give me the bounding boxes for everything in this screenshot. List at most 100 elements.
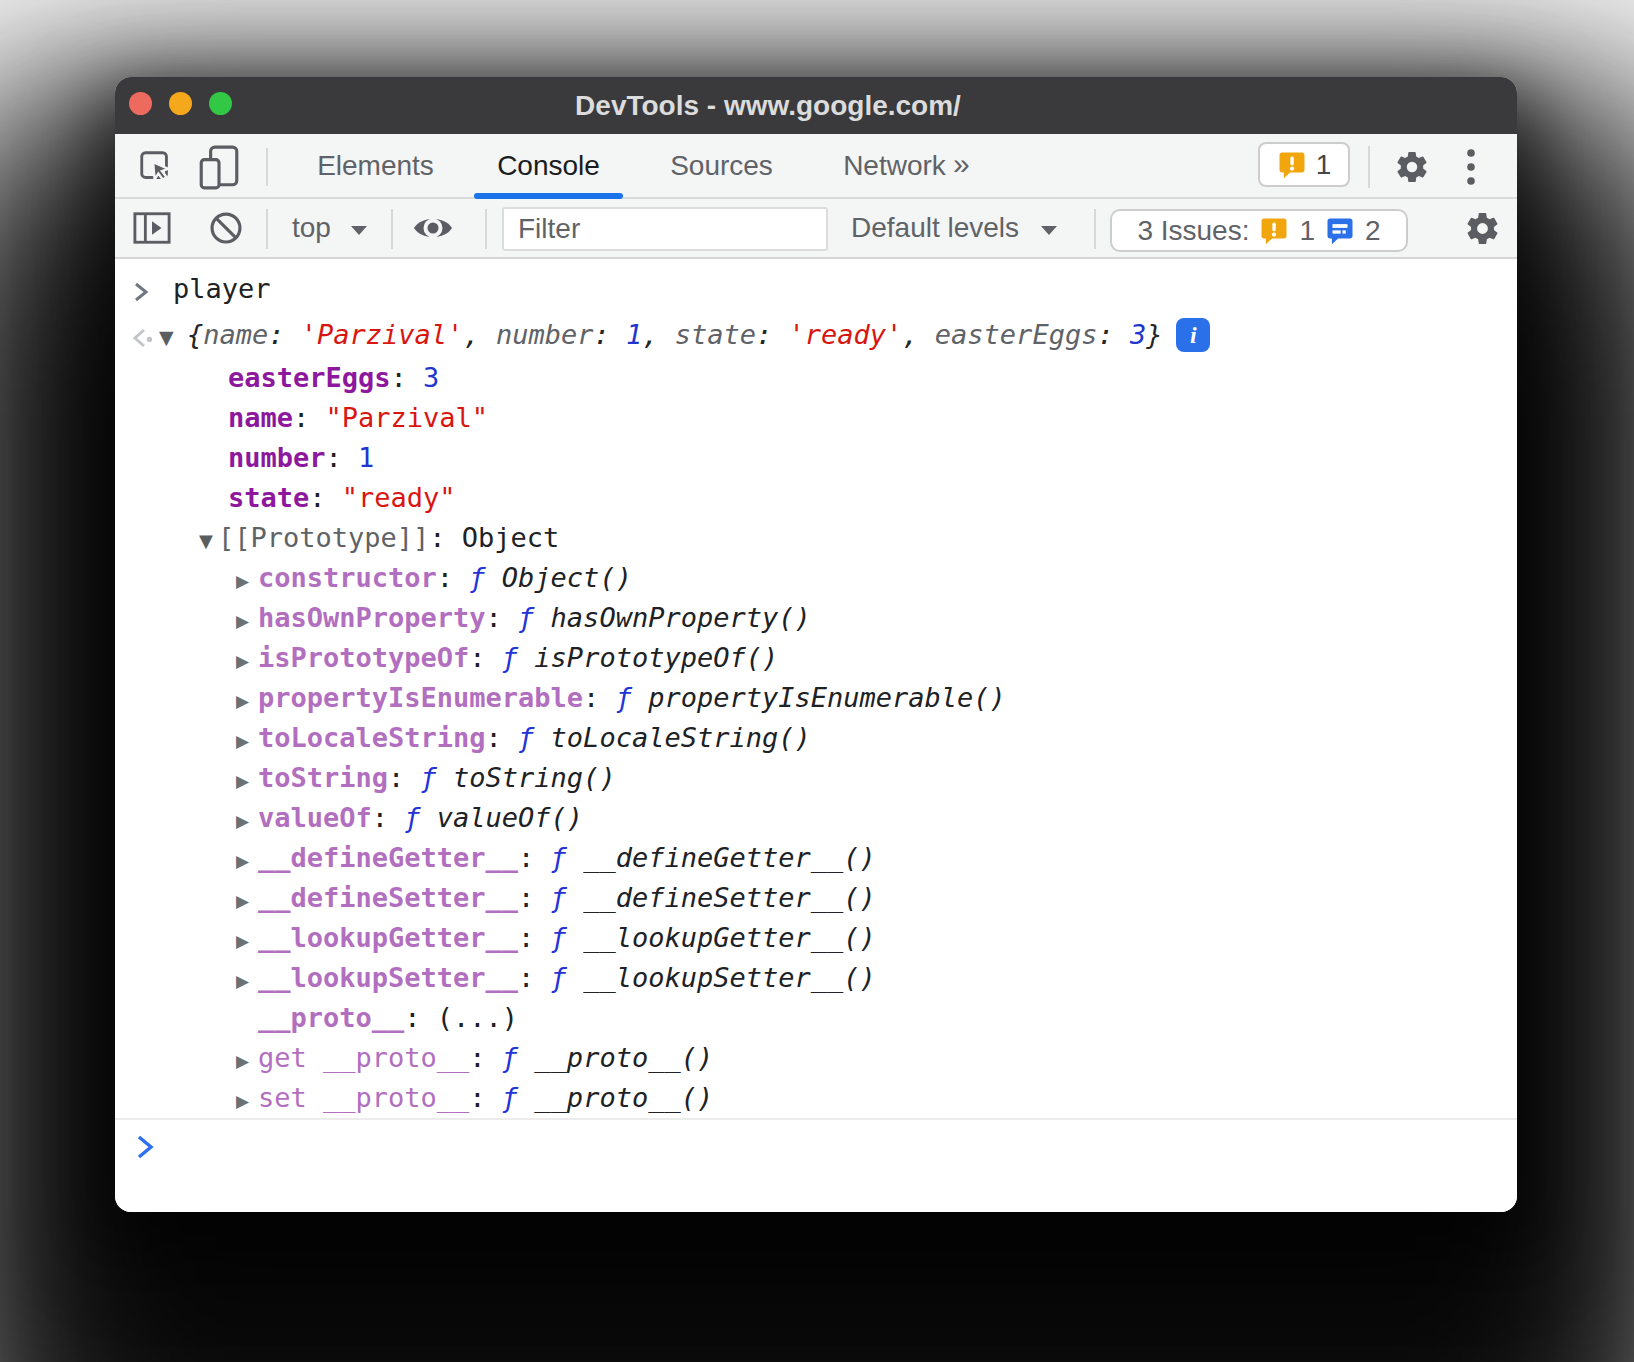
segment-fn-name: Object() — [502, 562, 632, 593]
segment-fn-f: ƒ — [616, 682, 649, 713]
disclosure-collapsed-icon[interactable]: ▶ — [236, 961, 258, 1001]
segment-pv-punct: : — [268, 319, 301, 350]
segment-fn-f: ƒ — [421, 762, 454, 793]
inspect-element-icon[interactable] — [136, 134, 176, 199]
property-name: name: "Parzival" — [115, 398, 1517, 438]
segment-fn-f: ƒ — [502, 1042, 535, 1073]
segment-key: easterEggs — [228, 362, 391, 393]
log-levels-selector[interactable]: Default levels — [851, 199, 1059, 257]
segment-punct: : — [518, 922, 551, 953]
tab-console[interactable]: Console — [462, 134, 635, 197]
console-toolbar: top Default levels 3 Issues: 1 — [115, 199, 1517, 259]
segment-pv-punct: { — [187, 319, 203, 350]
disclosure-collapsed-icon[interactable]: ▶ — [236, 881, 258, 921]
segment-pv-punct: } — [1146, 319, 1162, 350]
disclosure-collapsed-icon[interactable]: ▶ — [236, 921, 258, 961]
segment-key: number — [228, 442, 326, 473]
error-badge-count: 1 — [1316, 149, 1332, 181]
segment-punct: : — [469, 1082, 502, 1113]
clear-console-icon[interactable] — [207, 199, 245, 257]
property-defineSetter: ▶__defineSetter__: ƒ __defineSetter__() — [115, 878, 1517, 918]
segment-key-dim: propertyIsEnumerable — [258, 682, 583, 713]
segment-punct: : — [429, 522, 462, 553]
console-settings-gear-icon[interactable] — [1462, 199, 1502, 257]
segment-fn-name: __lookupGetter__() — [583, 922, 876, 953]
segment-punct: : — [404, 1002, 437, 1033]
segment-string: "ready" — [342, 482, 456, 513]
disclosure-collapsed-icon[interactable]: ▶ — [236, 561, 258, 601]
disclosure-collapsed-icon[interactable]: ▶ — [236, 681, 258, 721]
segment-punct: : — [469, 642, 502, 673]
settings-gear-icon[interactable] — [1392, 134, 1432, 199]
toolbar-separator-2 — [391, 209, 393, 249]
segment-pv-key: state — [675, 319, 756, 350]
console-prompt[interactable] — [115, 1120, 1517, 1174]
issues-button[interactable]: 3 Issues: 1 2 — [1110, 209, 1408, 252]
window-title: DevTools - www.google.com/ — [115, 77, 1421, 134]
segment-fn-f: ƒ — [551, 842, 584, 873]
property-isPrototypeOf: ▶isPrototypeOf: ƒ isPrototypeOf() — [115, 638, 1517, 678]
segment-punct: : — [437, 562, 470, 593]
eval-result-icon — [128, 322, 156, 350]
segment-punct: : — [293, 402, 326, 433]
error-bubble-icon — [1277, 150, 1307, 180]
error-badge-button[interactable]: 1 — [1258, 142, 1350, 187]
disclosure-collapsed-icon[interactable]: ▶ — [236, 841, 258, 881]
segment-fn-name: hasOwnProperty() — [551, 602, 811, 633]
segment-number: 1 — [358, 442, 374, 473]
property-number: number: 1 — [115, 438, 1517, 478]
toolbar-separator-1 — [266, 209, 268, 249]
property-toLocaleString: ▶toLocaleString: ƒ toLocaleString() — [115, 718, 1517, 758]
segment-pv-key: easterEggs — [935, 319, 1098, 350]
property-constructor: ▶constructor: ƒ Object() — [115, 558, 1517, 598]
segment-accessor: set __proto__ — [258, 1082, 469, 1113]
disclosure-collapsed-icon[interactable]: ▶ — [236, 601, 258, 641]
segment-plain: player — [173, 273, 271, 304]
segment-pv-punct: : — [593, 319, 626, 350]
context-selector[interactable]: top — [292, 199, 369, 257]
segment-pv-number: 1 — [626, 319, 642, 350]
disclosure-collapsed-icon[interactable]: ▶ — [236, 801, 258, 841]
disclosure-collapsed-icon[interactable]: ▶ — [236, 721, 258, 761]
more-tabs-button[interactable]: » — [953, 134, 970, 197]
disclosure-collapsed-icon[interactable]: ▶ — [236, 641, 258, 681]
console-eval-result: ▼{name: 'Parzival', number: 1, state: 'r… — [115, 315, 1517, 355]
segment-punct: : — [388, 762, 421, 793]
segment-number: 3 — [423, 362, 439, 393]
segment-fn-name: toString() — [453, 762, 616, 793]
segment-punct: : — [583, 682, 616, 713]
segment-fn-name: __defineGetter__() — [583, 842, 876, 873]
tabbar-separator-2 — [1368, 146, 1370, 188]
segment-fn-f: ƒ — [551, 882, 584, 913]
segment-pv-punct: , — [642, 319, 675, 350]
segment-punct: : — [486, 722, 519, 753]
segment-punct: : — [391, 362, 424, 393]
tab-elements[interactable]: Elements — [289, 134, 462, 197]
property-defineGetter: ▶__defineGetter__: ƒ __defineGetter__() — [115, 838, 1517, 878]
segment-fn-name: propertyIsEnumerable() — [648, 682, 1006, 713]
input-chevron-icon — [128, 276, 156, 304]
disclosure-expanded-icon[interactable]: ▼ — [199, 521, 218, 561]
segment-key-dim: __lookupSetter__ — [258, 962, 518, 993]
disclosure-collapsed-icon[interactable]: ▶ — [236, 1081, 258, 1121]
eye-icon[interactable] — [411, 199, 455, 257]
disclosure-collapsed-icon[interactable]: ▶ — [236, 1041, 258, 1081]
kebab-menu-icon[interactable] — [1453, 134, 1489, 199]
disclosure-expanded-icon[interactable]: ▼ — [159, 317, 187, 357]
segment-punct: : — [518, 882, 551, 913]
segment-fn-name: __defineSetter__() — [583, 882, 876, 913]
segment-key-dim: toLocaleString — [258, 722, 486, 753]
toggle-device-toolbar-icon[interactable] — [197, 134, 241, 199]
title-bar: DevTools - www.google.com/ — [115, 77, 1517, 134]
segment-fn-name: valueOf() — [437, 802, 583, 833]
property-hasOwnProperty: ▶hasOwnProperty: ƒ hasOwnProperty() — [115, 598, 1517, 638]
property-lookupGetter: ▶__lookupGetter__: ƒ __lookupGetter__() — [115, 918, 1517, 958]
console-sidebar-icon[interactable] — [132, 199, 172, 257]
filter-input[interactable] — [502, 207, 828, 251]
property-get-proto: ▶get __proto__: ƒ __proto__() — [115, 1038, 1517, 1078]
tab-sources[interactable]: Sources — [635, 134, 808, 197]
segment-key-dim: isPrototypeOf — [258, 642, 469, 673]
segment-key: state — [228, 482, 309, 513]
disclosure-collapsed-icon[interactable]: ▶ — [236, 761, 258, 801]
info-icon[interactable]: i — [1176, 318, 1210, 352]
